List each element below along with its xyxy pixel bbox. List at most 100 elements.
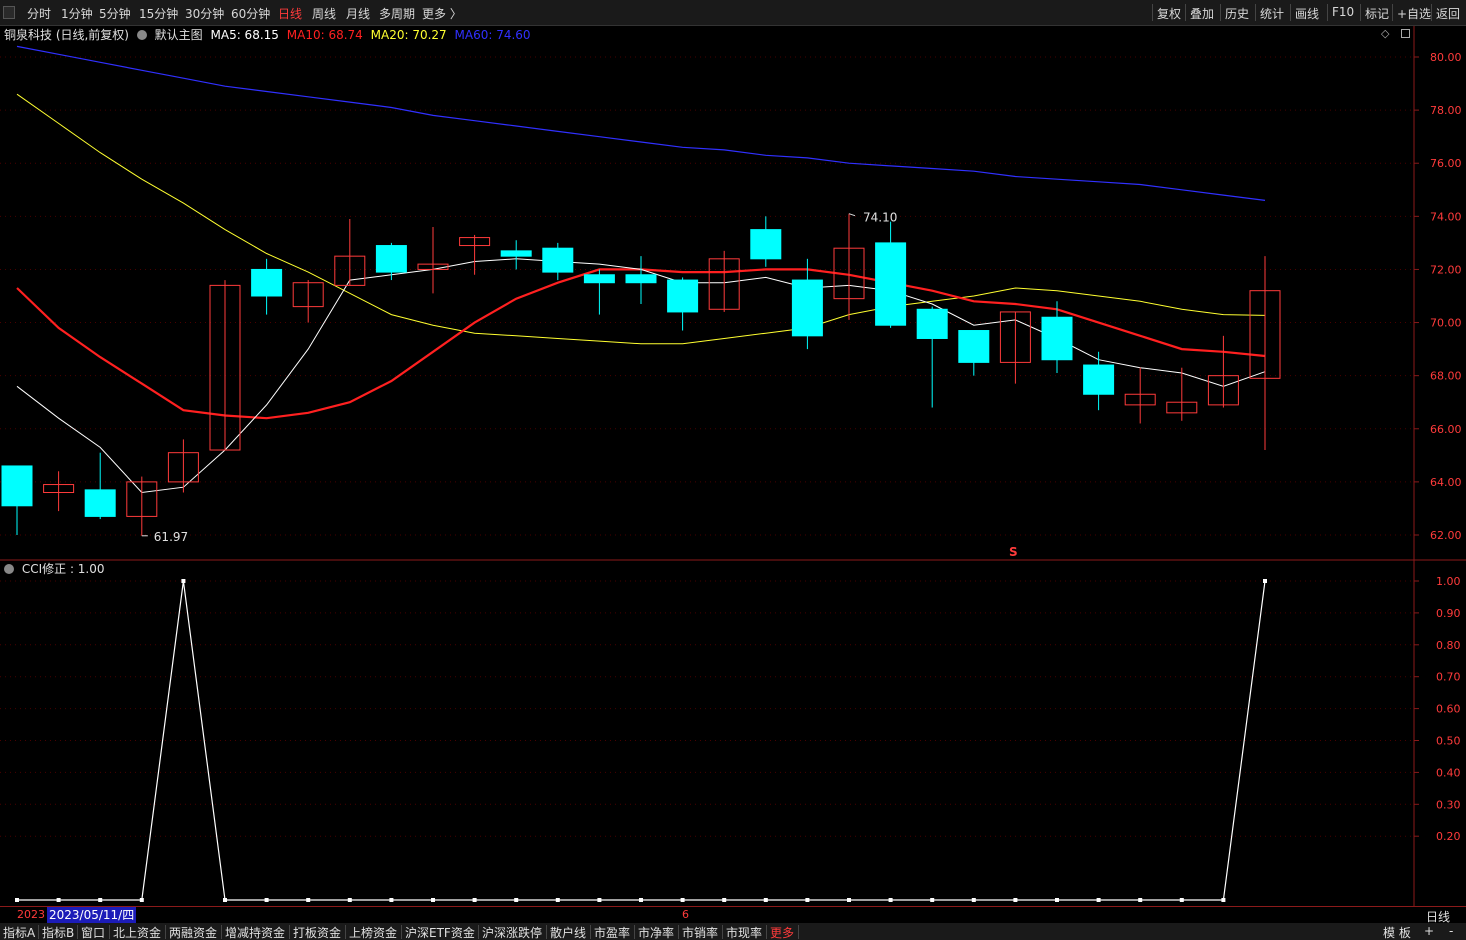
indicator-tab-1[interactable]: 指标B [42,924,74,940]
cci-point [722,898,727,902]
candle-body [1083,364,1115,395]
cci-label: CCI修正 : 1.00 [21,562,105,576]
tab-separator [766,925,767,939]
candle-body [84,489,116,517]
indicator-tab-12[interactable]: 市净率 [638,924,674,940]
indicator-tab-bar: 指标A 指标B 窗口 北上资金 两融资金 增减持资金 打板资金 上榜资金 沪深ETF资金 沪深涨跌… [0,923,1466,940]
tab-separator [590,925,591,939]
indicator-tab-0[interactable]: 指标A [3,924,35,940]
ma5-label: MA5: 68.15 [210,28,279,42]
candle-body [251,268,283,297]
main-tick-label: 76.00 [1430,157,1462,170]
cci-point [431,898,435,902]
tab-separator [401,925,402,939]
indicator-tab-2[interactable]: 窗口 [81,924,105,940]
cci-point [223,898,227,902]
indicator-tab-8[interactable]: 沪深ETF资金 [405,924,475,940]
main-tick-label: 64.00 [1430,476,1462,489]
cci-point [306,898,311,902]
tab-separator [221,925,222,939]
maximize-icon[interactable] [1401,29,1410,38]
period-tab-6[interactable]: 日线 [278,5,302,22]
period-tab-5[interactable]: 60分钟 [231,5,270,22]
toolbar-separator [1152,4,1153,21]
indicator-gear-icon[interactable] [4,564,14,574]
tab-right-button-2[interactable]: - [1449,924,1453,938]
high-arrow [848,213,856,217]
cci-point [971,898,976,902]
toolbar-button-5[interactable]: F10 [1332,5,1354,19]
candle-body [542,247,574,273]
period-tab-2[interactable]: 5分钟 [99,5,131,22]
cci-point [139,898,144,902]
date-axis-bar: 2023 2023/05/11/四 6 日线 [0,906,1466,924]
kline-chart-area[interactable]: 80.00 78.00 76.00 74.00 72.00 70.00 68.00 66.00… [0,26,1466,906]
cci-point [680,898,685,902]
toolbar-button-8[interactable]: 返回 [1436,5,1460,22]
indicator-tab-6[interactable]: 打板资金 [293,924,341,940]
tab-separator [798,925,799,939]
ma60-label: MA60: 74.60 [454,28,531,42]
toolbar-button-0[interactable]: 复权 [1157,5,1181,22]
toolbar-separator [1220,4,1221,21]
toolbar-button-3[interactable]: 统计 [1260,5,1284,22]
tab-separator [165,925,166,939]
period-tab-8[interactable]: 月线 [346,5,370,22]
cci-point [1263,579,1267,583]
toolbar-button-1[interactable]: 叠加 [1190,5,1214,22]
indicator-tab-10[interactable]: 散户线 [550,924,586,940]
indicator-tab-7[interactable]: 上榜资金 [349,924,397,940]
toolbar-button-4[interactable]: 画线 [1295,5,1319,22]
period-tab-0[interactable]: 分时 [27,5,51,22]
menu-square-icon[interactable] [3,6,15,19]
period-tab-7[interactable]: 周线 [312,5,336,22]
indicator-tab-11[interactable]: 市盈率 [594,924,630,940]
cci-point [888,898,893,902]
toolbar-button-2[interactable]: 历史 [1225,5,1249,22]
year-label: 2023 [17,908,45,921]
toolbar-separator [1392,4,1393,21]
cci-point [763,898,768,902]
tab-right-button-0[interactable]: 模 板 [1383,924,1411,940]
cci-point [514,898,519,902]
period-tab-10[interactable]: 更多 〉 [422,5,462,22]
high-label: 74.10 [863,211,897,225]
cci-point [15,898,19,902]
period-tab-9[interactable]: 多周期 [379,5,415,22]
indicator-tab-14[interactable]: 市现率 [726,924,762,940]
period-tab-4[interactable]: 30分钟 [185,5,224,22]
tab-separator [722,925,723,939]
settings-gear-icon[interactable] [136,30,147,40]
indicator-tab-9[interactable]: 沪深涨跌停 [482,924,542,940]
indicator-tab-3[interactable]: 北上资金 [113,924,161,940]
cci-point [264,898,269,902]
main-tick-label: 66.00 [1430,423,1462,436]
indicator-tab-4[interactable]: 两融资金 [169,924,217,940]
main-tick-label: 80.00 [1430,51,1462,64]
cci-point [1096,898,1101,902]
period-tab-1[interactable]: 1分钟 [61,5,93,22]
candle-body [375,245,407,273]
tab-separator [634,925,635,939]
toolbar-button-6[interactable]: 标记 [1365,5,1389,22]
toolbar-separator [1290,4,1291,21]
cci-point [347,898,352,902]
indicator-tab-13[interactable]: 市销率 [682,924,718,940]
period-tab-3[interactable]: 15分钟 [139,5,178,22]
tab-right-button-1[interactable]: + [1424,924,1434,938]
sub-tick-label: 0.70 [1436,671,1461,684]
tab-separator [289,925,290,939]
ma-line-ma20 [16,93,1266,345]
indicator-tab-15[interactable]: 更多 [770,924,794,940]
diamond-icon[interactable]: ◇ [1381,27,1389,40]
cci-point [472,898,477,902]
toolbar-separator [1360,4,1361,21]
toolbar-button-7[interactable]: +自选 [1397,5,1431,22]
cci-point [1138,898,1143,902]
toolbar-separator [1185,4,1186,21]
template-label[interactable]: 默认主图 [155,28,203,42]
toolbar-separator [1431,4,1432,21]
indicator-tab-5[interactable]: 增减持资金 [225,924,285,940]
sub-tick-label: 0.50 [1436,735,1461,748]
cci-point [1221,898,1226,902]
